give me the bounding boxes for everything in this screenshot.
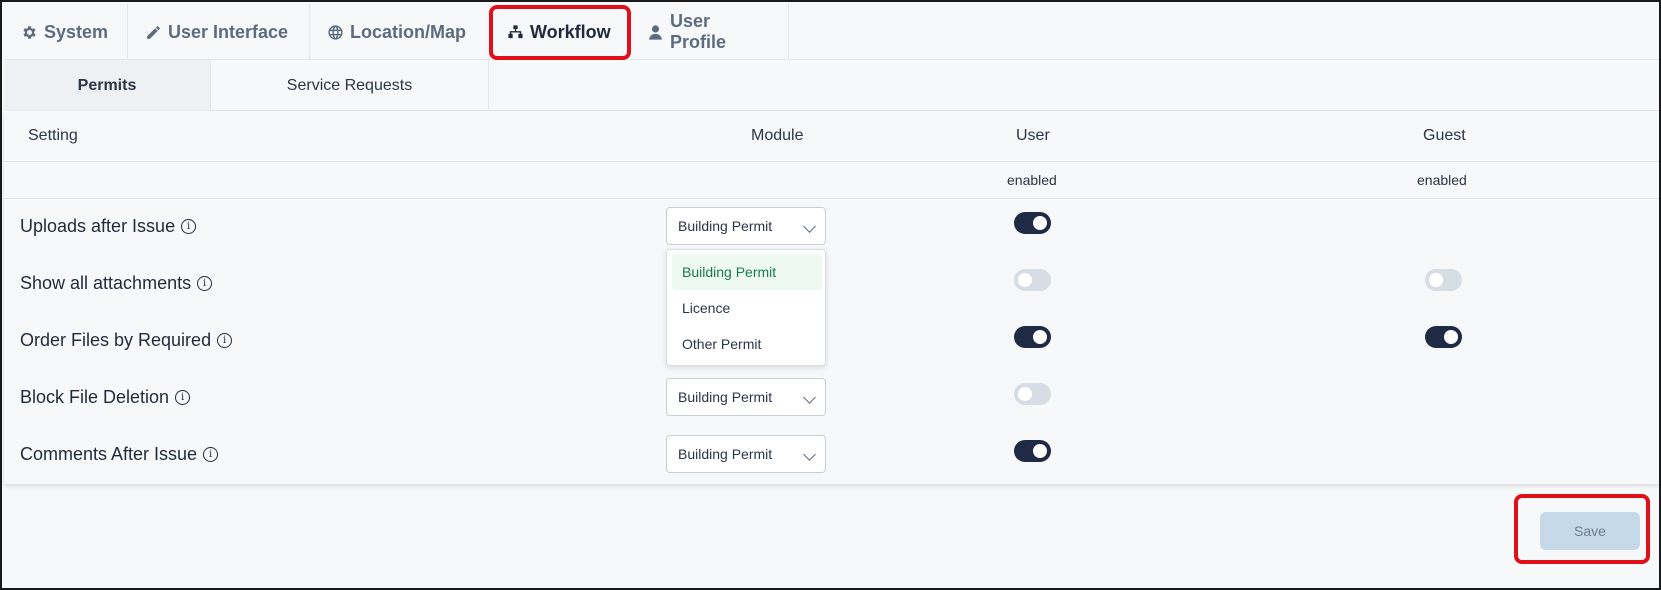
info-icon[interactable]: i xyxy=(197,276,213,291)
top-tab-bar: System User Interface Location/Map Workf… xyxy=(4,4,1659,60)
info-icon[interactable]: i xyxy=(175,390,191,405)
table-row: Order Files by Required i xyxy=(4,313,1659,370)
chevron-down-icon xyxy=(803,448,816,461)
table-row: Show all attachments i xyxy=(4,256,1659,313)
setting-label-text: Show all attachments xyxy=(20,273,192,293)
user-toggle[interactable] xyxy=(1014,212,1051,234)
subtab-permits[interactable]: Permits xyxy=(4,60,211,111)
guest-toggle[interactable] xyxy=(1425,269,1462,291)
save-button[interactable]: Save xyxy=(1540,512,1640,550)
tab-user-profile[interactable]: User Profile xyxy=(630,4,789,60)
tab-system[interactable]: System xyxy=(4,4,128,60)
table-header: Setting Module User Guest xyxy=(4,111,1659,162)
setting-label: Block File Deletion i xyxy=(20,387,191,408)
setting-label-text: Order Files by Required xyxy=(20,330,212,350)
user-icon xyxy=(647,24,664,41)
table-row: Block File Deletion i Building Permit xyxy=(4,370,1659,427)
module-select-value: Building Permit xyxy=(678,218,773,234)
tab-user-interface[interactable]: User Interface xyxy=(128,4,310,60)
setting-label: Show all attachments i xyxy=(20,273,213,294)
setting-label: Order Files by Required i xyxy=(20,330,233,351)
tab-user-interface-label: User Interface xyxy=(168,21,289,42)
tab-location-map-label: Location/Map xyxy=(350,21,466,42)
table-row: Uploads after Issue i Building Permit xyxy=(4,199,1659,256)
header-guest: Guest xyxy=(1423,127,1466,144)
setting-label: Comments After Issue i xyxy=(20,444,219,465)
module-dropdown-menu: Building Permit Licence Other Permit xyxy=(666,249,826,366)
module-select[interactable]: Building Permit xyxy=(666,207,826,245)
user-toggle[interactable] xyxy=(1014,383,1051,405)
info-icon[interactable]: i xyxy=(217,333,233,348)
toggle-knob xyxy=(1018,387,1032,401)
tab-system-label: System xyxy=(44,21,109,42)
toggle-knob xyxy=(1033,444,1047,458)
user-toggle[interactable] xyxy=(1014,269,1051,291)
toggle-knob xyxy=(1033,330,1047,344)
toggle-knob xyxy=(1033,216,1047,230)
setting-label-text: Comments After Issue xyxy=(20,444,198,464)
module-select-value: Building Permit xyxy=(678,446,773,462)
globe-icon xyxy=(327,24,344,41)
module-select-value: Building Permit xyxy=(678,389,773,405)
chevron-down-icon xyxy=(803,391,816,404)
guest-toggle[interactable] xyxy=(1425,326,1462,348)
pencil-icon xyxy=(145,24,162,41)
module-select[interactable]: Building Permit xyxy=(666,435,826,473)
header-module: Module xyxy=(751,127,804,144)
toggle-knob xyxy=(1429,273,1443,287)
setting-label-text: Uploads after Issue xyxy=(20,216,176,236)
tab-user-profile-label: User Profile xyxy=(670,11,727,52)
info-icon[interactable]: i xyxy=(181,219,197,234)
tab-workflow[interactable]: Workflow xyxy=(490,4,630,60)
settings-table: Setting Module User Guest enabled enable… xyxy=(4,111,1659,484)
user-toggle[interactable] xyxy=(1014,440,1051,462)
subtab-service-requests[interactable]: Service Requests xyxy=(211,60,489,111)
dropdown-option-building-permit[interactable]: Building Permit xyxy=(672,254,822,290)
chevron-down-icon xyxy=(803,220,816,233)
tab-workflow-label: Workflow xyxy=(530,21,611,42)
table-row: Comments After Issue i Building Permit xyxy=(4,427,1659,484)
header-setting: Setting xyxy=(28,127,78,144)
subheader-user-enabled: enabled xyxy=(1007,172,1057,188)
gear-icon xyxy=(21,24,38,41)
toggle-knob xyxy=(1018,273,1032,287)
module-select[interactable]: Building Permit xyxy=(666,378,826,416)
user-toggle[interactable] xyxy=(1014,326,1051,348)
dropdown-option-licence[interactable]: Licence xyxy=(672,290,822,326)
setting-label: Uploads after Issue i xyxy=(20,216,197,237)
table-subheader: enabled enabled xyxy=(4,162,1659,199)
header-user: User xyxy=(1016,127,1050,144)
subheader-guest-enabled: enabled xyxy=(1417,172,1467,188)
info-icon[interactable]: i xyxy=(203,447,219,462)
sitemap-icon xyxy=(507,24,524,41)
toggle-knob xyxy=(1444,330,1458,344)
dropdown-option-other-permit[interactable]: Other Permit xyxy=(672,326,822,362)
setting-label-text: Block File Deletion xyxy=(20,387,170,407)
sub-tab-bar: Permits Service Requests xyxy=(4,60,1659,111)
tab-location-map[interactable]: Location/Map xyxy=(310,4,490,60)
settings-window: System User Interface Location/Map Workf… xyxy=(0,0,1661,590)
